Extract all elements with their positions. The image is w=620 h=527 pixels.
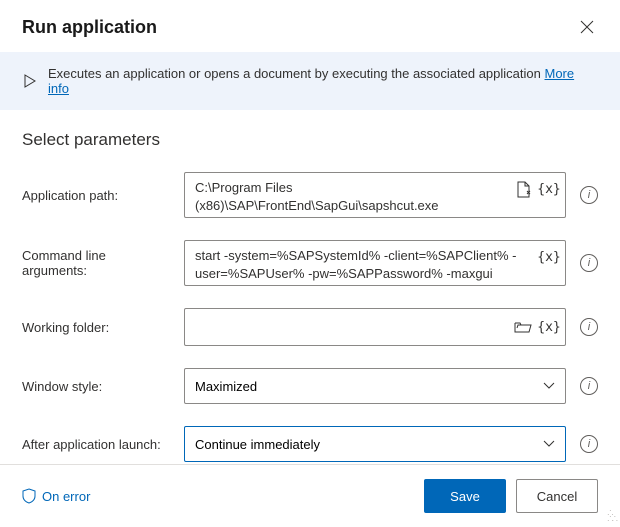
help-after-launch[interactable]: i	[580, 435, 598, 453]
section-title: Select parameters	[22, 130, 598, 150]
folder-picker-button[interactable]	[513, 317, 533, 337]
value-window-style: Maximized	[195, 379, 257, 394]
help-cmd-args[interactable]: i	[580, 254, 598, 272]
input-application-path[interactable]: C:\Program Files (x86)\SAP\FrontEnd\SapG…	[184, 172, 566, 218]
resize-grip[interactable]: ∴∴∴	[607, 511, 616, 523]
chevron-down-icon	[543, 440, 555, 448]
label-working-folder: Working folder:	[22, 320, 170, 335]
play-outline-icon	[22, 73, 38, 89]
file-picker-button[interactable]	[513, 179, 533, 199]
close-icon	[580, 20, 594, 34]
chevron-down-icon	[543, 382, 555, 390]
value-after-launch: Continue immediately	[195, 437, 320, 452]
dialog-title: Run application	[22, 17, 157, 38]
dialog-header: Run application	[0, 0, 620, 52]
on-error-link[interactable]: On error	[22, 488, 90, 504]
row-after-launch: After application launch: Continue immed…	[22, 426, 598, 462]
folder-icon	[514, 320, 532, 334]
cancel-button[interactable]: Cancel	[516, 479, 598, 513]
footer-buttons: Save Cancel	[424, 479, 598, 513]
label-application-path: Application path:	[22, 188, 170, 203]
select-window-style[interactable]: Maximized	[184, 368, 566, 404]
dialog-body: Select parameters Application path: C:\P…	[0, 110, 620, 462]
help-application-path[interactable]: i	[580, 186, 598, 204]
row-window-style: Window style: Maximized i	[22, 368, 598, 404]
variable-picker-button[interactable]: {x}	[539, 247, 559, 267]
info-text: Executes an application or opens a docum…	[48, 66, 598, 96]
save-button[interactable]: Save	[424, 479, 506, 513]
file-icon	[516, 181, 531, 198]
info-bar: Executes an application or opens a docum…	[0, 52, 620, 110]
dialog-footer: On error Save Cancel	[0, 464, 620, 527]
value-application-path: C:\Program Files (x86)\SAP\FrontEnd\SapG…	[195, 179, 513, 214]
label-after-launch: After application launch:	[22, 437, 170, 452]
select-after-launch[interactable]: Continue immediately	[184, 426, 566, 462]
row-application-path: Application path: C:\Program Files (x86)…	[22, 172, 598, 218]
row-working-folder: Working folder: {x} i	[22, 308, 598, 346]
variable-picker-button[interactable]: {x}	[539, 179, 559, 199]
shield-icon	[22, 488, 36, 504]
input-cmd-args[interactable]: start -system=%SAPSystemId% -client=%SAP…	[184, 240, 566, 286]
close-button[interactable]	[576, 16, 598, 38]
label-window-style: Window style:	[22, 379, 170, 394]
help-window-style[interactable]: i	[580, 377, 598, 395]
row-cmd-args: Command line arguments: start -system=%S…	[22, 240, 598, 286]
input-working-folder[interactable]: {x}	[184, 308, 566, 346]
variable-picker-button[interactable]: {x}	[539, 317, 559, 337]
help-working-folder[interactable]: i	[580, 318, 598, 336]
label-cmd-args: Command line arguments:	[22, 248, 170, 278]
value-cmd-args: start -system=%SAPSystemId% -client=%SAP…	[195, 247, 539, 282]
